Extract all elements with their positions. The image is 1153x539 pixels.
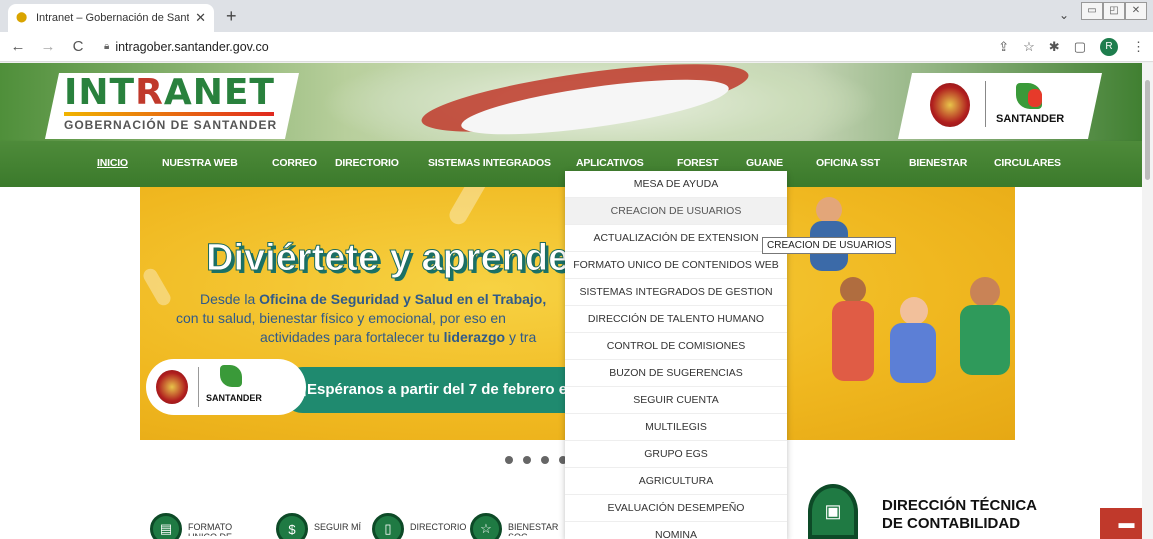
quick-link-bienestar[interactable]: ☆ BIENESTAR SOC bbox=[470, 513, 564, 539]
toolbar-actions: ⇪ ☆ ✱ ▢ R ⋮ bbox=[998, 38, 1145, 56]
nav-item-nuestra-web[interactable]: NUESTRA WEB bbox=[162, 157, 238, 169]
logo-subtitle: GOBERNACIÓN DE SANTANDER bbox=[64, 118, 278, 132]
site-header: INTRANET GOBERNACIÓN DE SANTANDER SANTAN… bbox=[0, 63, 1153, 141]
nav-item-correo[interactable]: CORREO bbox=[272, 157, 317, 169]
menu-item-sistemas-integrados[interactable]: SISTEMAS INTEGRADOS DE GESTION bbox=[565, 279, 787, 306]
banner-illustration bbox=[780, 187, 1015, 440]
carousel-dots bbox=[505, 456, 567, 464]
nav-item-sistemas-integrados[interactable]: SISTEMAS INTEGRADOS bbox=[428, 157, 551, 169]
tab-close-icon[interactable]: ✕ bbox=[195, 10, 206, 26]
maximize-button[interactable]: ◰ bbox=[1103, 2, 1125, 20]
lock-icon[interactable]: 🔒︎ bbox=[104, 41, 109, 52]
browser-menu-icon[interactable]: ⋮ bbox=[1132, 39, 1145, 55]
nav-item-oficina-sst[interactable]: OFICINA SST bbox=[816, 157, 880, 169]
document-icon: ▤ bbox=[150, 513, 182, 539]
menu-item-actualizacion-extension[interactable]: ACTUALIZACIÓN DE EXTENSION bbox=[565, 225, 787, 252]
browser-titlebar: ⬤ Intranet – Gobernación de Santa ✕ + ⌄ … bbox=[0, 0, 1153, 32]
tab-search-icon[interactable]: ⌄ bbox=[1059, 8, 1069, 22]
menu-item-talento-humano[interactable]: DIRECCIÓN DE TALENTO HUMANO bbox=[565, 306, 787, 333]
nav-item-inicio[interactable]: INICIO bbox=[97, 157, 128, 169]
menu-item-multilegis[interactable]: MULTILEGIS bbox=[565, 414, 787, 441]
browser-tab[interactable]: ⬤ Intranet – Gobernación de Santa ✕ bbox=[8, 4, 214, 32]
dollar-icon: $ bbox=[276, 513, 308, 539]
scrollbar-thumb[interactable] bbox=[1145, 80, 1150, 180]
menu-item-evaluacion-desempeno[interactable]: EVALUACIÓN DESEMPEÑO bbox=[565, 495, 787, 522]
banner-gov-logo-icon bbox=[220, 365, 242, 387]
close-window-button[interactable]: ✕ bbox=[1125, 2, 1147, 20]
window-controls: ▭ ◰ ✕ bbox=[1081, 2, 1147, 20]
favicon-icon: ⬤ bbox=[16, 12, 28, 23]
banner-seal-icon bbox=[156, 370, 188, 404]
intranet-logo[interactable]: INTRANET GOBERNACIÓN DE SANTANDER bbox=[64, 72, 278, 132]
hover-tooltip: CREACION DE USUARIOS bbox=[762, 237, 897, 254]
nav-item-forest[interactable]: FOREST bbox=[677, 157, 719, 169]
menu-item-creacion-de-usuarios[interactable]: CREACION DE USUARIOS bbox=[565, 198, 787, 225]
menu-item-seguir-cuenta[interactable]: SEGUIR CUENTA bbox=[565, 387, 787, 414]
new-tab-button[interactable]: + bbox=[226, 6, 237, 27]
reload-icon[interactable]: C bbox=[66, 38, 90, 55]
menu-item-agricultura[interactable]: AGRICULTURA bbox=[565, 468, 787, 495]
menu-item-mesa-de-ayuda[interactable]: MESA DE AYUDA bbox=[565, 171, 787, 198]
star-icon: ☆ bbox=[470, 513, 502, 539]
menu-item-buzon-sugerencias[interactable]: BUZON DE SUGERENCIAS bbox=[565, 360, 787, 387]
banner-date-text: ¡Espéranos a partir del 7 de febrero e bbox=[302, 381, 568, 398]
department-seal-icon bbox=[930, 83, 970, 127]
tab-title: Intranet – Gobernación de Santa bbox=[36, 12, 190, 24]
contabilidad-link[interactable]: DIRECCIÓN TÉCNICA DE CONTABILIDAD bbox=[882, 497, 1037, 533]
menu-item-grupo-egs[interactable]: GRUPO EGS bbox=[565, 441, 787, 468]
extensions-icon[interactable]: ✱ bbox=[1049, 39, 1060, 55]
menu-item-nomina[interactable]: NOMINA bbox=[565, 522, 787, 539]
profile-avatar[interactable]: R bbox=[1100, 38, 1118, 56]
contabilidad-icon[interactable]: ▣ bbox=[808, 484, 858, 539]
aplicativos-dropdown: MESA DE AYUDA CREACION DE USUARIOS ACTUA… bbox=[565, 171, 787, 539]
banner-text: Desde la Oficina de Seguridad y Salud en… bbox=[176, 291, 547, 345]
nav-item-guane[interactable]: GUANE bbox=[746, 157, 783, 169]
quick-link-formato[interactable]: ▤ FORMATO UNICO DE bbox=[150, 513, 244, 539]
minimize-button[interactable]: ▭ bbox=[1081, 2, 1103, 20]
nav-item-bienestar[interactable]: BIENESTAR bbox=[909, 157, 967, 169]
back-icon[interactable]: ← bbox=[6, 38, 30, 55]
menu-item-control-comisiones[interactable]: CONTROL DE COMISIONES bbox=[565, 333, 787, 360]
carousel-dot[interactable] bbox=[523, 456, 531, 464]
logo-title: INTRANET bbox=[64, 72, 275, 113]
sidepanel-icon[interactable]: ▢ bbox=[1074, 39, 1086, 55]
carousel-dot[interactable] bbox=[541, 456, 549, 464]
quick-link-seguir[interactable]: $ SEGUIR MÍ bbox=[276, 513, 370, 539]
menu-item-formato-unico[interactable]: FORMATO UNICO DE CONTENIDOS WEB bbox=[565, 252, 787, 279]
nav-item-circulares[interactable]: CIRCULARES bbox=[994, 157, 1061, 169]
address-bar[interactable]: intragober.santander.gov.co bbox=[115, 40, 268, 54]
forward-icon[interactable]: → bbox=[36, 38, 60, 55]
nav-item-directorio[interactable]: DIRECTORIO bbox=[335, 157, 399, 169]
bookmark-star-icon[interactable]: ☆ bbox=[1023, 39, 1035, 55]
gobernacion-logo: SANTANDER bbox=[996, 83, 1068, 131]
nav-item-aplicativos[interactable]: APLICATIVOS bbox=[576, 157, 644, 169]
browser-toolbar: ← → C 🔒︎ intragober.santander.gov.co ⇪ ☆… bbox=[0, 32, 1153, 62]
quick-link-directorio[interactable]: ▯ DIRECTORIO bbox=[372, 513, 466, 539]
book-icon: ▯ bbox=[372, 513, 404, 539]
share-icon[interactable]: ⇪ bbox=[998, 39, 1009, 55]
carousel-dot[interactable] bbox=[505, 456, 513, 464]
